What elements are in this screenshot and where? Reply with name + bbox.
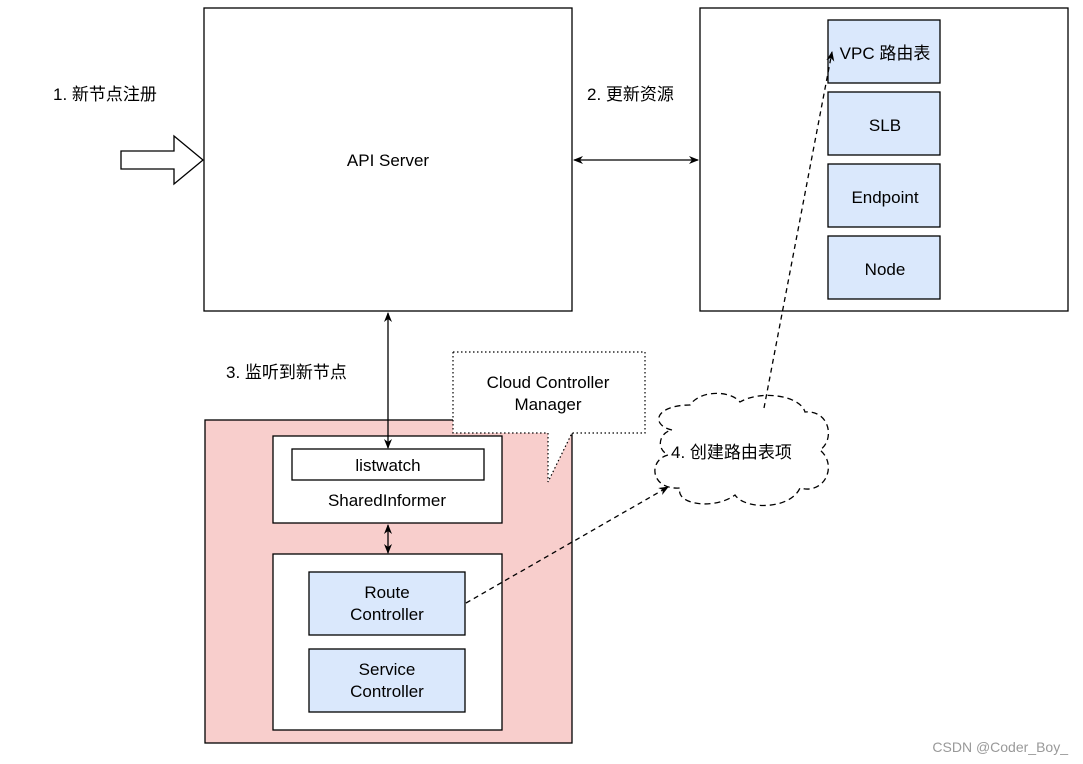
shared-informer-label: SharedInformer xyxy=(328,491,446,510)
ccm-callout-line2: Manager xyxy=(514,395,581,414)
svg-text:Node: Node xyxy=(865,260,906,279)
svg-text:Endpoint: Endpoint xyxy=(851,188,918,207)
svg-text:Service: Service xyxy=(359,660,416,679)
svg-text:Route: Route xyxy=(364,583,409,602)
service-controller: Service Controller xyxy=(308,648,466,713)
listwatch-label: listwatch xyxy=(355,456,420,475)
resource-vpc-route-table: VPC 路由表 xyxy=(827,19,941,84)
step4-label: 4. 创建路由表项 xyxy=(671,443,792,462)
ccm-callout-line1: Cloud Controller xyxy=(487,373,610,392)
step3-label: 3. 监听到新节点 xyxy=(226,363,347,382)
svg-text:Controller: Controller xyxy=(350,605,424,624)
step2-label: 2. 更新资源 xyxy=(587,85,674,104)
resource-slb: SLB xyxy=(827,91,941,156)
svg-text:Controller: Controller xyxy=(350,682,424,701)
route-controller: Route Controller xyxy=(308,571,466,636)
resource-endpoint: Endpoint xyxy=(827,163,941,228)
api-server-label: API Server xyxy=(347,151,430,170)
diagram-canvas: API Server VPC 路由表 SLB Endpoint Node 1. … xyxy=(53,7,1069,755)
svg-text:SLB: SLB xyxy=(869,116,901,135)
svg-text:VPC 路由表: VPC 路由表 xyxy=(840,44,931,63)
register-arrow xyxy=(120,134,205,186)
resource-node: Node xyxy=(827,235,941,300)
step1-label: 1. 新节点注册 xyxy=(53,85,157,104)
watermark: CSDN @Coder_Boy_ xyxy=(932,739,1068,755)
